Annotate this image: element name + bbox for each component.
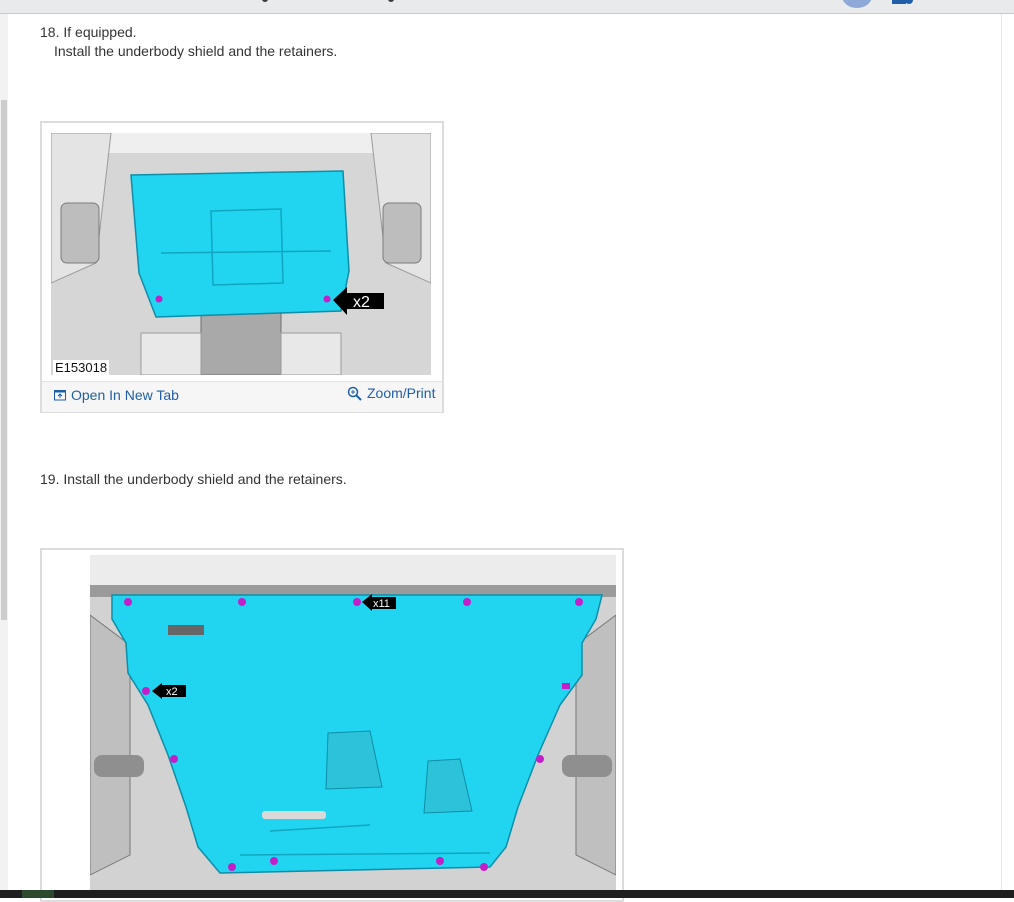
retainer-marker [436,857,444,865]
zoom-icon [347,386,362,401]
step-condition: If equipped. [63,24,137,40]
step-18-instruction: Install the underbody shield and the ret… [54,43,338,59]
open-in-new-tab-link[interactable]: Open In New Tab [54,387,179,403]
underbody-shield [130,170,350,318]
callout-x11: x11 [373,598,390,610]
retainer-marker [228,863,236,871]
top-toolbar [0,0,1014,14]
zoom-print-link[interactable]: Zoom/Print [347,385,435,401]
underbody-shield-illustration[interactable]: x2 [51,133,431,375]
retainer-marker [124,598,132,606]
retainer-marker [155,295,163,303]
toolbar-fragment [388,0,394,2]
step-instruction: Install the underbody shield and the ret… [63,471,347,487]
scrollbar-thumb[interactable] [1,100,7,620]
open-in-new-tab-icon [54,390,66,401]
retainer-marker [480,863,488,871]
figure-code: E153018 [53,360,110,375]
retainer-marker [463,598,471,606]
underbody-shield-illustration-2[interactable]: x11 x2 [90,555,616,895]
chat-icon[interactable] [892,0,914,6]
step-number: 19. [40,471,60,487]
retainer-marker [323,295,331,303]
right-gutter [1001,14,1014,898]
step-18: 18. If equipped. [40,23,137,42]
retainer-marker [142,687,150,695]
toolbar-fragment [262,0,268,2]
open-in-new-tab-label[interactable]: Open In New Tab [71,387,179,403]
retainer-marker [536,755,544,763]
underbody-diagram: x2 [51,133,431,375]
callout-x2: x2 [353,294,370,311]
callout-x2-left: x2 [166,686,178,698]
taskbar [0,890,1014,898]
retainer-marker [562,683,570,689]
figure-e153018: x2 E153018 Open In New Tab Zoom/Print [40,121,444,413]
retainer-marker [575,598,583,606]
zoom-print-label[interactable]: Zoom/Print [367,385,435,401]
retainer-marker [270,857,278,865]
figure-step-19: x11 x2 [40,548,624,902]
underbody-diagram-2: x11 x2 [90,555,616,895]
step-19: 19. Install the underbody shield and the… [40,470,347,489]
left-scrollbar[interactable] [0,14,8,898]
user-avatar[interactable] [842,0,872,8]
retainer-marker [353,598,361,606]
retainer-marker [238,598,246,606]
figure-footer: Open In New Tab Zoom/Print [42,381,442,412]
step-number: 18. [40,24,60,40]
retainer-marker [170,755,178,763]
taskbar-item[interactable] [22,890,54,898]
